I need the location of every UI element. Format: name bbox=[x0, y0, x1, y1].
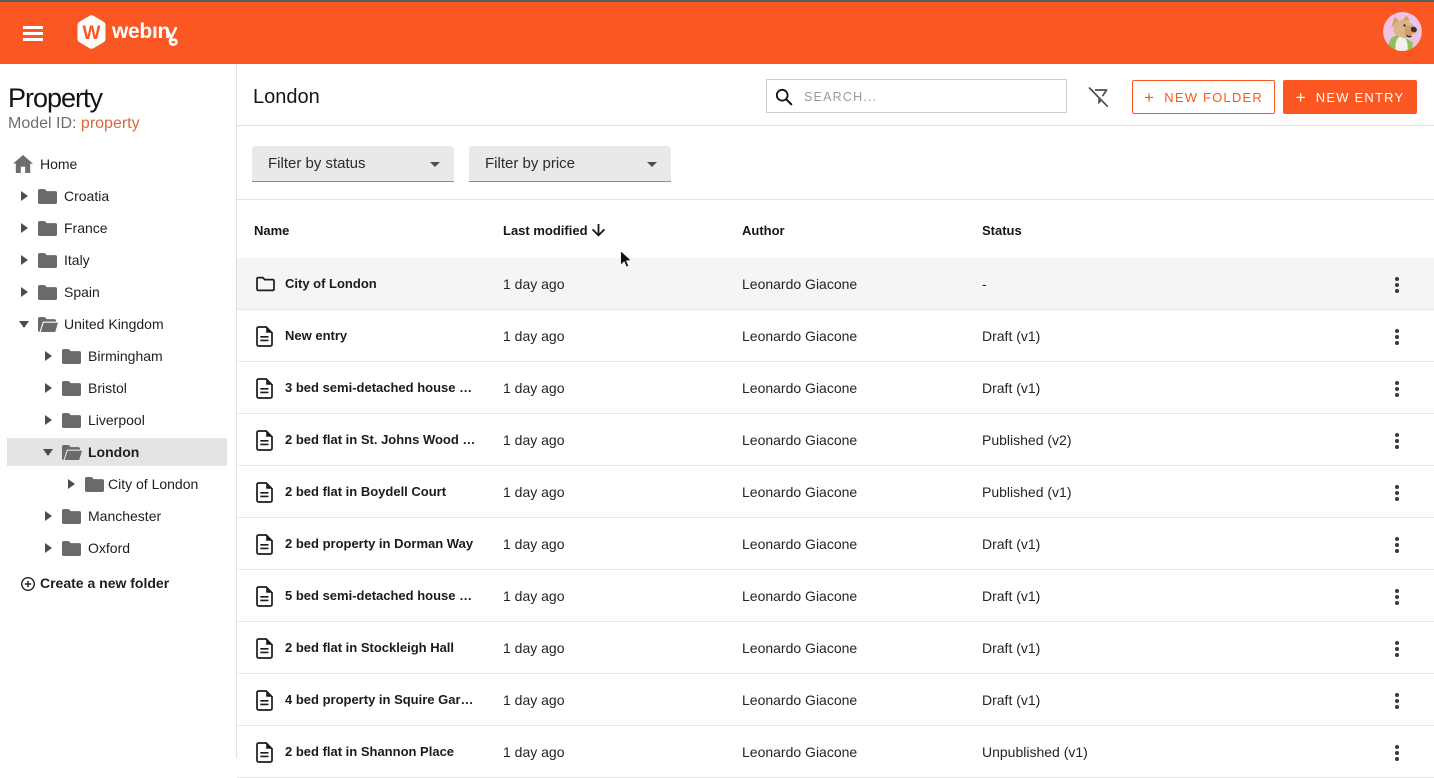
svg-text:W: W bbox=[83, 23, 101, 44]
